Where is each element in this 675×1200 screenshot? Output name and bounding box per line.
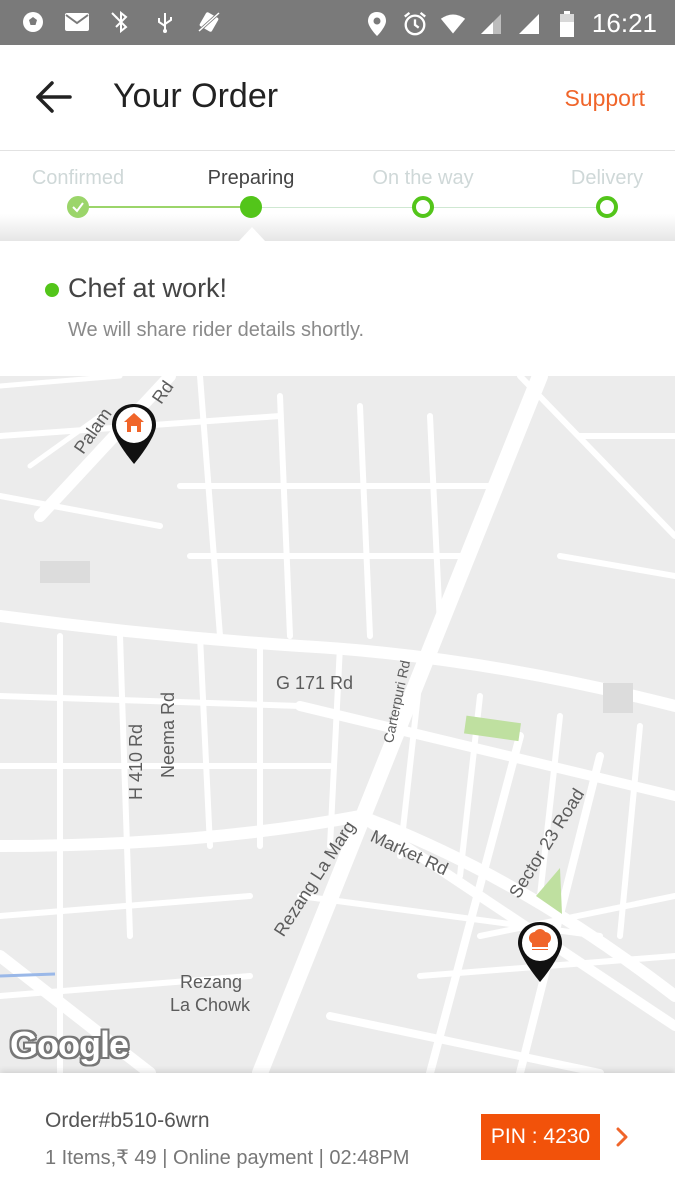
signal-icon <box>516 11 542 37</box>
alarm-icon <box>402 11 428 37</box>
map-roads <box>0 376 675 1073</box>
step-dot-confirmed <box>67 196 89 218</box>
status-subtitle: We will share rider details shortly. <box>68 319 365 341</box>
clock-time: 16:21 <box>591 8 657 38</box>
usb-icon <box>152 9 178 35</box>
wifi-icon <box>440 11 466 37</box>
order-id: Order#b510-6wrn <box>45 1109 210 1132</box>
back-button[interactable] <box>30 77 76 117</box>
step-label-on-the-way: On the way <box>372 167 474 189</box>
pin-badge: PIN : 4230 <box>481 1114 600 1160</box>
step-dot-delivery <box>596 196 618 218</box>
order-meta: 1 Items,₹ 49 | Online payment | 02:48PM <box>45 1147 410 1169</box>
battery-icon <box>554 10 580 37</box>
progress-line-done <box>78 206 251 208</box>
home-location-marker[interactable] <box>110 402 158 466</box>
chef-location-marker[interactable] <box>516 920 564 984</box>
check-icon <box>72 202 84 213</box>
no-vibrate-icon <box>196 9 222 35</box>
chef-pin-icon <box>518 922 562 982</box>
location-icon <box>364 11 390 37</box>
mail-icon <box>64 9 90 35</box>
step-dot-on-the-way <box>412 196 434 218</box>
status-title: Chef at work! <box>68 273 228 303</box>
status-bar: 16:21 <box>0 0 675 45</box>
bluetooth-off-icon <box>108 9 134 35</box>
back-arrow-icon <box>36 81 72 113</box>
status-indicator-dot <box>45 283 59 297</box>
chevron-right-icon <box>616 1127 628 1147</box>
soccer-ball-icon <box>20 9 46 35</box>
map-label-g171: G 171 Rd <box>276 673 354 693</box>
map-label-rezang: Rezang <box>180 972 243 992</box>
step-label-preparing: Preparing <box>207 167 295 189</box>
order-details-button[interactable] <box>612 1126 632 1148</box>
map-label-la-chowk: La Chowk <box>170 995 251 1015</box>
home-pin-icon <box>112 404 156 464</box>
order-summary-bar[interactable]: Order#b510-6wrn 1 Items,₹ 49 | Online pa… <box>0 1073 675 1200</box>
step-label-confirmed: Confirmed <box>31 167 125 189</box>
map-label-neema: Neema Rd <box>158 691 178 778</box>
page-title: Your Order <box>113 77 279 115</box>
step-dot-preparing <box>240 196 262 218</box>
google-logo: Google <box>10 1024 129 1065</box>
map-view[interactable]: Palam Rd G 171 Rd Carterpuri Rd H 410 Rd… <box>0 376 675 1073</box>
signal-icon <box>478 11 504 37</box>
step-label-delivery: Delivery <box>570 167 644 189</box>
app-header: Your Order Support <box>0 45 675 151</box>
order-status-card: Chef at work! We will share rider detail… <box>0 227 675 376</box>
order-progress-tracker: Confirmed Preparing On the way Delivery <box>0 151 675 241</box>
map-label-h410: H 410 Rd <box>126 723 146 800</box>
card-pointer <box>239 227 265 241</box>
support-link[interactable]: Support <box>564 85 645 112</box>
